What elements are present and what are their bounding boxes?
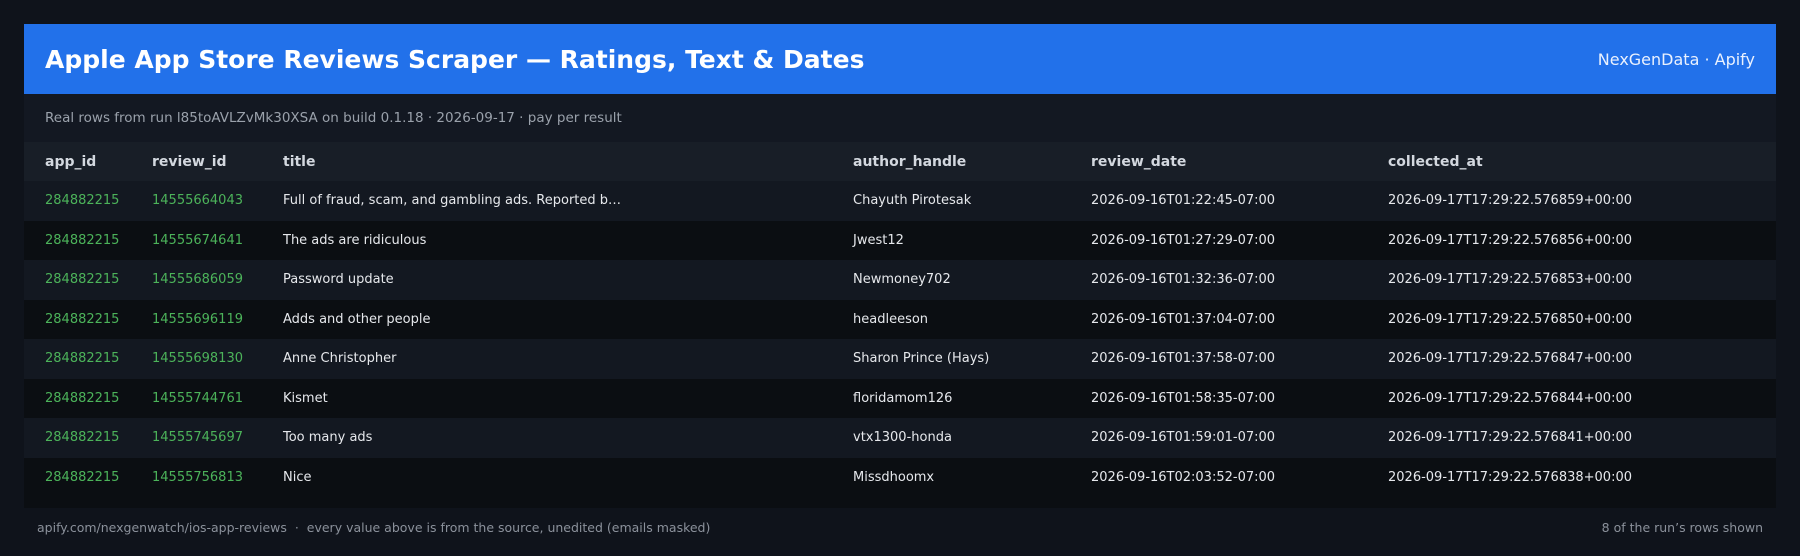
results-table-container: app_id review_id title author_handle rev… [24, 142, 1776, 508]
cell-app-id: 284882215 [45, 193, 120, 209]
cell-review-id: 14555674641 [152, 232, 243, 248]
cell-app-id: 284882215 [45, 390, 120, 406]
column-header-author-handle: author_handle [853, 153, 967, 170]
table-row: 284882215 14555696119 Adds and other peo… [24, 299, 1776, 339]
cell-app-id: 284882215 [45, 311, 120, 327]
cell-collected-at: 2026-09-17T17:29:22.576856+00:00 [1388, 232, 1632, 248]
cell-review-date: 2026-09-16T01:58:35-07:00 [1091, 390, 1276, 406]
brand-label: NexGenData · Apify [1597, 49, 1755, 69]
cell-author-handle: vtx1300-honda [853, 430, 952, 446]
table-header-row: app_id review_id title author_handle rev… [24, 142, 1776, 181]
cell-app-id: 284882215 [45, 430, 120, 446]
run-info: Real rows from run l85toAVLZvMk30XSA on … [24, 94, 1776, 142]
cell-review-date: 2026-09-16T01:37:04-07:00 [1091, 311, 1276, 327]
table-row: 284882215 14555686059 Password update Ne… [24, 260, 1776, 300]
cell-collected-at: 2026-09-17T17:29:22.576847+00:00 [1388, 351, 1632, 367]
cell-app-id: 284882215 [45, 272, 120, 288]
cell-title: Kismet [283, 390, 328, 406]
cell-author-handle: headleeson [853, 311, 929, 327]
cell-review-date: 2026-09-16T01:37:58-07:00 [1091, 351, 1276, 367]
table-row: 284882215 14555664043 Full of fraud, sca… [24, 181, 1776, 221]
column-header-review-id: review_id [152, 153, 227, 170]
cell-collected-at: 2026-09-17T17:29:22.576844+00:00 [1388, 390, 1632, 406]
cell-app-id: 284882215 [45, 351, 120, 367]
cell-review-id: 14555744761 [152, 390, 243, 406]
cell-author-handle: Missdhoomx [853, 469, 935, 485]
cell-author-handle: Chayuth Pirotesak [853, 193, 972, 209]
table-bottom-spacer [24, 497, 1776, 508]
cell-title: Nice [283, 469, 312, 485]
cell-title: Adds and other people [283, 311, 431, 327]
table-row: 284882215 14555756813 Nice Missdhoomx 20… [24, 457, 1776, 497]
column-header-title: title [283, 153, 316, 170]
cell-title: Full of fraud, scam, and gambling ads. R… [283, 193, 622, 209]
cell-collected-at: 2026-09-17T17:29:22.576853+00:00 [1388, 272, 1632, 288]
cell-review-date: 2026-09-16T01:27:29-07:00 [1091, 232, 1276, 248]
cell-author-handle: Newmoney702 [853, 272, 951, 288]
page: Apple App Store Reviews Scraper — Rating… [0, 0, 1800, 556]
cell-review-id: 14555664043 [152, 193, 243, 209]
cell-review-id: 14555756813 [152, 469, 243, 485]
cell-review-date: 2026-09-16T02:03:52-07:00 [1091, 469, 1276, 485]
cell-collected-at: 2026-09-17T17:29:22.576859+00:00 [1388, 193, 1632, 209]
cell-title: Password update [283, 272, 394, 288]
page-title: Apple App Store Reviews Scraper — Rating… [45, 44, 865, 74]
results-table: app_id review_id title author_handle rev… [24, 142, 1776, 497]
column-header-collected-at: collected_at [1388, 153, 1483, 170]
cell-author-handle: Sharon Prince (Hays) [853, 351, 990, 367]
table-row: 284882215 14555698130 Anne Christopher S… [24, 339, 1776, 379]
cell-app-id: 284882215 [45, 469, 120, 485]
cell-review-date: 2026-09-16T01:59:01-07:00 [1091, 430, 1276, 446]
cell-author-handle: Jwest12 [853, 232, 904, 248]
cell-title: Too many ads [283, 430, 373, 446]
footer: apify.com/nexgenwatch/ios-app-reviews · … [0, 520, 1800, 535]
column-header-review-date: review_date [1091, 153, 1187, 170]
cell-collected-at: 2026-09-17T17:29:22.576838+00:00 [1388, 469, 1632, 485]
cell-author-handle: floridamom126 [853, 390, 953, 406]
cell-review-id: 14555745697 [152, 430, 243, 446]
footer-source-note: apify.com/nexgenwatch/ios-app-reviews · … [37, 520, 711, 535]
cell-title: The ads are ridiculous [283, 232, 427, 248]
table-row: 284882215 14555674641 The ads are ridicu… [24, 220, 1776, 260]
cell-review-date: 2026-09-16T01:22:45-07:00 [1091, 193, 1276, 209]
cell-collected-at: 2026-09-17T17:29:22.576841+00:00 [1388, 430, 1632, 446]
table-row: 284882215 14555744761 Kismet floridamom1… [24, 378, 1776, 418]
cell-review-id: 14555686059 [152, 272, 243, 288]
header-bar: Apple App Store Reviews Scraper — Rating… [24, 24, 1776, 94]
column-header-app-id: app_id [45, 153, 97, 170]
cell-review-id: 14555698130 [152, 351, 243, 367]
cell-app-id: 284882215 [45, 232, 120, 248]
cell-review-date: 2026-09-16T01:32:36-07:00 [1091, 272, 1276, 288]
cell-collected-at: 2026-09-17T17:29:22.576850+00:00 [1388, 311, 1632, 327]
cell-title: Anne Christopher [283, 351, 397, 367]
table-row: 284882215 14555745697 Too many ads vtx13… [24, 418, 1776, 458]
footer-row-count: 8 of the run’s rows shown [1601, 520, 1763, 535]
cell-review-id: 14555696119 [152, 311, 243, 327]
